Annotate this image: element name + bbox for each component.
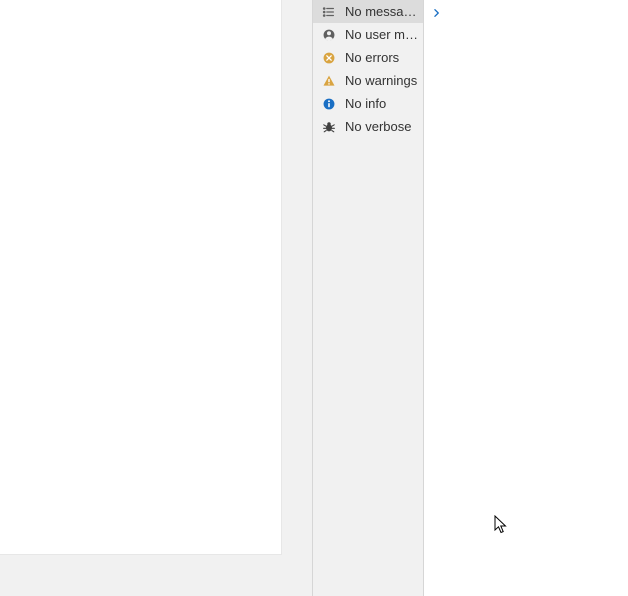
filter-label: No errors bbox=[345, 50, 399, 65]
filter-label: No user me... bbox=[345, 27, 423, 42]
console-filter-sidebar: No messages No user me... No errors bbox=[312, 0, 424, 596]
filter-item-warnings[interactable]: No warnings bbox=[313, 69, 423, 92]
filter-item-messages[interactable]: No messages bbox=[313, 0, 423, 23]
filter-label: No warnings bbox=[345, 73, 417, 88]
warning-icon bbox=[321, 73, 337, 89]
user-icon bbox=[321, 27, 337, 43]
filter-item-user-messages[interactable]: No user me... bbox=[313, 23, 423, 46]
filter-item-verbose[interactable]: No verbose bbox=[313, 115, 423, 138]
info-icon bbox=[321, 96, 337, 112]
error-icon bbox=[321, 50, 337, 66]
bug-icon bbox=[321, 119, 337, 135]
filter-item-errors[interactable]: No errors bbox=[313, 46, 423, 69]
filter-label: No info bbox=[345, 96, 386, 111]
console-messages-pane bbox=[424, 0, 628, 596]
filter-item-info[interactable]: No info bbox=[313, 92, 423, 115]
filter-label: No verbose bbox=[345, 119, 411, 134]
left-content-pane bbox=[0, 0, 282, 555]
chevron-right-icon[interactable] bbox=[432, 6, 444, 18]
list-icon bbox=[321, 4, 337, 20]
filter-label: No messages bbox=[345, 4, 423, 19]
